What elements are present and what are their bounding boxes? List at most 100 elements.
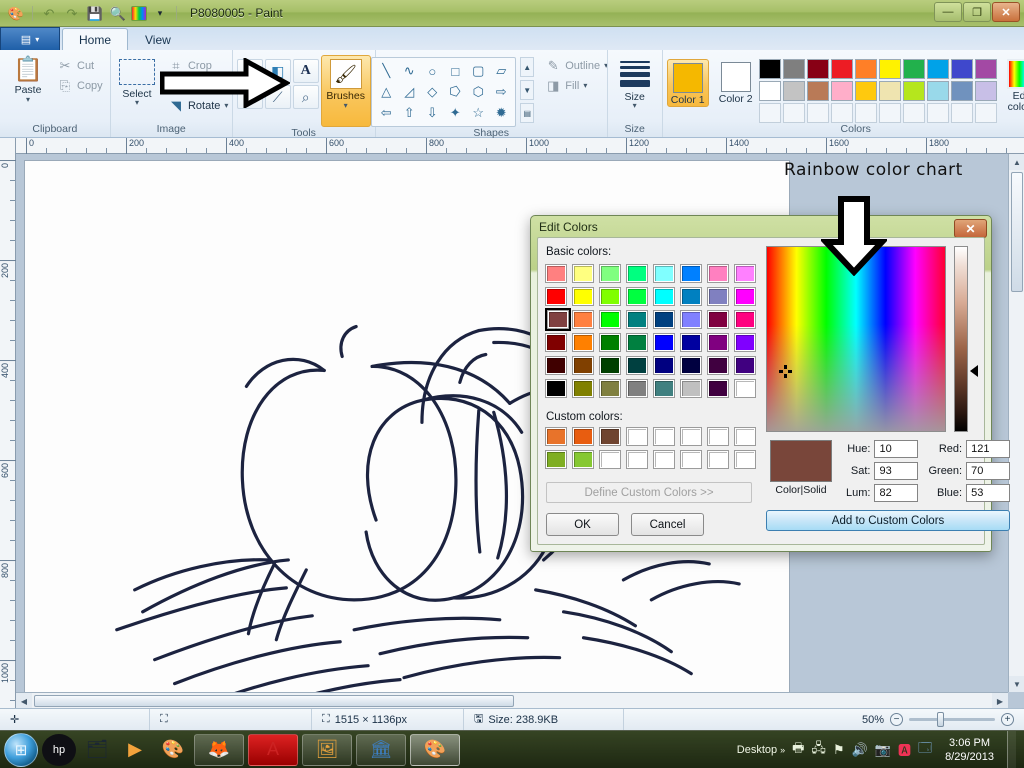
sat-input[interactable]: 93 xyxy=(874,462,918,480)
palette-swatch-r1-7[interactable] xyxy=(927,59,949,79)
palette-swatch-empty-2[interactable] xyxy=(807,103,829,123)
customize-caret-icon[interactable]: ▾ xyxy=(150,3,170,23)
add-to-custom-colors-button[interactable]: Add to Custom Colors xyxy=(766,510,1010,531)
shape-item-7[interactable]: ◿ xyxy=(398,82,420,102)
color-solid-preview[interactable]: Color|Solid xyxy=(766,440,836,496)
palette-swatch-r1-3[interactable] xyxy=(831,59,853,79)
shape-item-11[interactable]: ⇨ xyxy=(490,82,512,102)
palette-swatch-r1-4[interactable] xyxy=(855,59,877,79)
custom-color-swatch-15[interactable] xyxy=(735,451,755,468)
basic-color-swatch-24[interactable] xyxy=(546,332,571,353)
lum-input[interactable]: 82 xyxy=(874,484,918,502)
photo-viewer-icon[interactable]: 🖼 xyxy=(302,734,352,766)
network-icon[interactable]: 🖧 xyxy=(811,739,826,761)
custom-color-swatch-3[interactable] xyxy=(627,428,647,445)
shape-item-10[interactable]: ⬡ xyxy=(467,82,489,102)
shape-item-2[interactable]: ○ xyxy=(421,61,443,81)
color-picker-icon[interactable]: ⟋ xyxy=(265,85,291,109)
tab-home[interactable]: Home xyxy=(62,28,128,50)
horizontal-scrollbar[interactable]: ◀ ▶ xyxy=(16,692,1008,708)
custom-color-swatch-9[interactable] xyxy=(573,451,593,468)
palette-swatch-r2-6[interactable] xyxy=(903,81,925,101)
palette-swatch-empty-9[interactable] xyxy=(975,103,997,123)
edit-colors-button[interactable]: Edit colors xyxy=(999,55,1024,113)
dialog-close-button[interactable]: ✕ xyxy=(954,219,987,238)
basic-color-swatch-1[interactable] xyxy=(573,263,598,284)
volume-icon[interactable]: 🔊 xyxy=(852,742,868,758)
basic-color-swatch-35[interactable] xyxy=(627,355,652,376)
basic-color-swatch-17[interactable] xyxy=(573,309,598,330)
palette-swatch-r2-7[interactable] xyxy=(927,81,949,101)
palette-swatch-empty-3[interactable] xyxy=(831,103,853,123)
custom-color-swatch-4[interactable] xyxy=(654,428,674,445)
shape-item-4[interactable]: ▢ xyxy=(467,61,489,81)
basic-color-swatch-37[interactable] xyxy=(681,355,706,376)
desktop-peek-label[interactable]: Desktop » xyxy=(737,744,785,756)
palette-swatch-empty-6[interactable] xyxy=(903,103,925,123)
palette-swatch-r1-9[interactable] xyxy=(975,59,997,79)
redo-icon[interactable]: ↷ xyxy=(62,3,82,23)
palette-swatch-r1-5[interactable] xyxy=(879,59,901,79)
basic-color-swatch-3[interactable] xyxy=(627,263,652,284)
shape-item-6[interactable]: △ xyxy=(375,82,397,102)
adobe-reader-icon[interactable]: A xyxy=(248,734,298,766)
firefox-icon[interactable]: 🦊 xyxy=(194,734,244,766)
resize-button[interactable]: ⧉ Resize xyxy=(165,77,231,95)
select-button[interactable]: Select ▾ xyxy=(111,55,163,106)
pencil-icon[interactable]: ✏ xyxy=(237,59,263,83)
scroll-left-icon[interactable]: ◀ xyxy=(16,693,32,708)
red-input[interactable]: 121 xyxy=(966,440,1010,458)
outline-button[interactable]: ✎ Outline ▾ xyxy=(542,57,611,75)
basic-color-swatch-9[interactable] xyxy=(573,286,598,307)
palette-swatch-r2-9[interactable] xyxy=(975,81,997,101)
basic-color-swatch-30[interactable] xyxy=(708,332,733,353)
palette-swatch-empty-1[interactable] xyxy=(783,103,805,123)
scroll-down-icon[interactable]: ▼ xyxy=(1009,676,1024,692)
custom-color-swatch-13[interactable] xyxy=(681,451,701,468)
shape-item-14[interactable]: ⇩ xyxy=(421,103,443,123)
basic-color-swatch-10[interactable] xyxy=(600,286,625,307)
brushes-button[interactable]: 🖌 Brushes ▾ xyxy=(321,55,371,127)
restore-button[interactable]: ❐ xyxy=(963,2,991,22)
scroll-right-icon[interactable]: ▶ xyxy=(992,693,1008,708)
zoom-out-button[interactable]: − xyxy=(890,713,903,726)
custom-color-swatch-5[interactable] xyxy=(681,428,701,445)
basic-color-swatch-43[interactable] xyxy=(627,378,652,399)
palette-swatch-r2-4[interactable] xyxy=(855,81,877,101)
custom-color-swatch-0[interactable] xyxy=(546,428,566,445)
custom-colors-grid[interactable] xyxy=(546,428,760,472)
palette-swatch-empty-0[interactable] xyxy=(759,103,781,123)
basic-color-swatch-36[interactable] xyxy=(654,355,679,376)
basic-color-swatch-16[interactable] xyxy=(546,309,570,330)
basic-color-swatch-11[interactable] xyxy=(627,286,652,307)
cancel-button[interactable]: Cancel xyxy=(631,513,704,536)
palette-swatch-r2-3[interactable] xyxy=(831,81,853,101)
flag-icon[interactable]: ⚑ xyxy=(833,742,845,758)
basic-color-swatch-0[interactable] xyxy=(546,263,571,284)
paint-logo-icon[interactable]: 🎨 xyxy=(6,3,26,23)
custom-color-swatch-6[interactable] xyxy=(708,428,728,445)
custom-color-swatch-1[interactable] xyxy=(573,428,593,445)
clock[interactable]: 3:06 PM 8/29/2013 xyxy=(939,736,1000,764)
shape-item-1[interactable]: ∿ xyxy=(398,61,420,81)
shapes-expand-icon[interactable]: ▤ xyxy=(520,103,534,123)
zoom-slider-track[interactable] xyxy=(909,718,995,721)
custom-color-swatch-8[interactable] xyxy=(546,451,566,468)
palette-swatch-r2-8[interactable] xyxy=(951,81,973,101)
green-input[interactable]: 70 xyxy=(966,462,1010,480)
scroll-up-icon[interactable]: ▲ xyxy=(1009,154,1024,170)
app-icon[interactable]: 🗔 xyxy=(918,739,932,761)
basic-color-swatch-14[interactable] xyxy=(708,286,733,307)
show-desktop-button[interactable] xyxy=(1007,731,1016,768)
basic-color-swatch-13[interactable] xyxy=(681,286,706,307)
custom-color-swatch-12[interactable] xyxy=(654,451,674,468)
shape-item-15[interactable]: ✦ xyxy=(444,103,466,123)
shape-item-12[interactable]: ⇦ xyxy=(375,103,397,123)
custom-color-swatch-14[interactable] xyxy=(708,451,728,468)
hue-saturation-picker[interactable] xyxy=(766,246,946,432)
undo-icon[interactable]: ↶ xyxy=(39,3,59,23)
vertical-scroll-thumb[interactable] xyxy=(1011,172,1023,292)
basic-color-swatch-12[interactable] xyxy=(654,286,679,307)
luminosity-slider[interactable] xyxy=(954,246,968,432)
size-button[interactable]: Size ▾ xyxy=(612,55,658,109)
